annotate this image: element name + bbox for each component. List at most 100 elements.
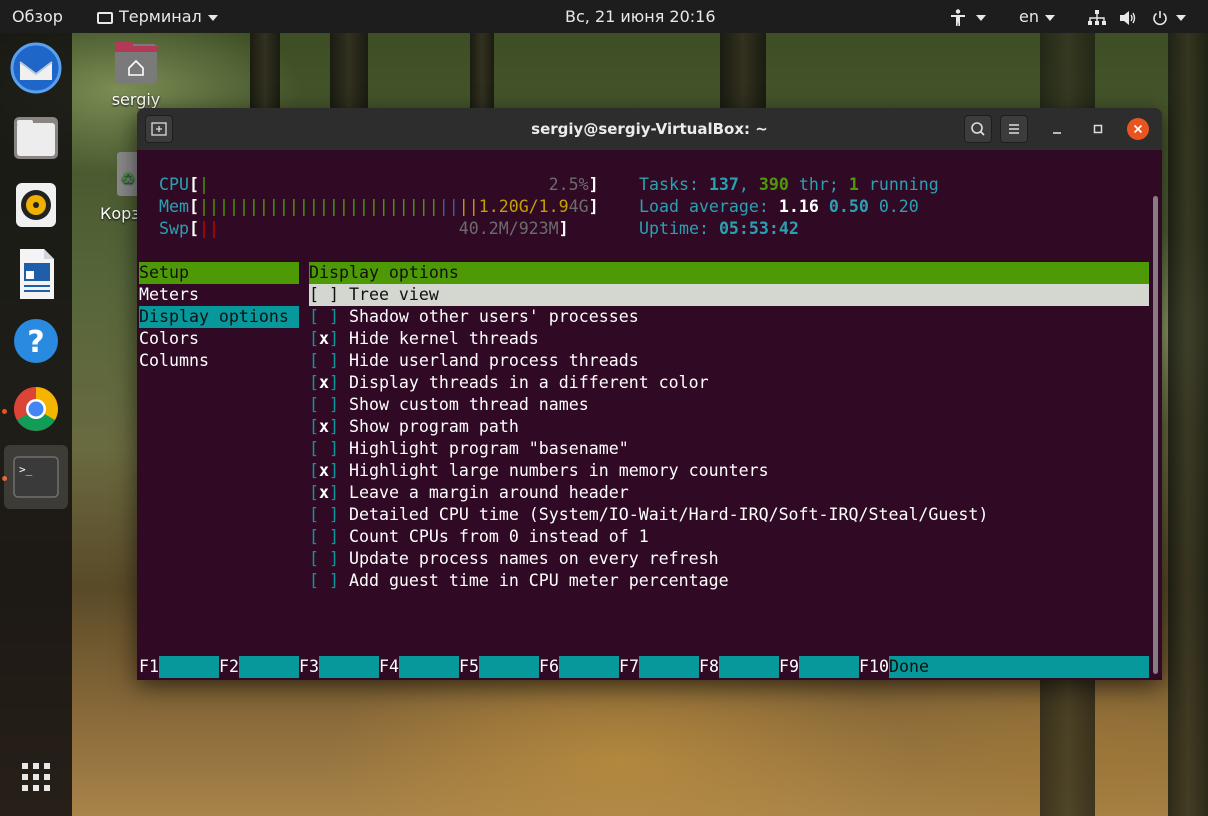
language-menu[interactable]: en	[1019, 0, 1055, 33]
setup-item-display-options[interactable]: Display options	[139, 306, 299, 328]
mem-meter: Mem[||||||||||||||||||||||||||||1.20G/1.…	[159, 197, 599, 216]
title-bar[interactable]: sergiy@sergiy-VirtualBox: ~	[137, 108, 1162, 150]
search-button[interactable]	[964, 115, 992, 143]
option-checkbox[interactable]: x	[319, 417, 329, 436]
fkey-f8[interactable]: F8	[699, 656, 719, 678]
mem-value-b: 4G	[568, 197, 589, 216]
fkey-f3[interactable]: F3	[299, 656, 319, 678]
fkey-label[interactable]	[799, 656, 859, 678]
uptime-value: 05:53:42	[718, 219, 799, 238]
fkey-f2[interactable]: F2	[219, 656, 239, 678]
fkey-f4[interactable]: F4	[379, 656, 399, 678]
panel-header: Display options	[309, 262, 1149, 284]
activities-button[interactable]: Обзор	[12, 0, 63, 33]
fkey-label[interactable]	[399, 656, 459, 678]
option-checkbox[interactable]: x	[319, 373, 329, 392]
option-checkbox[interactable]	[319, 505, 329, 524]
system-menu[interactable]	[1088, 0, 1187, 33]
dock-terminal[interactable]: >_	[4, 445, 68, 509]
desktop-home-icon[interactable]: sergiy	[108, 40, 164, 109]
option-checkbox[interactable]: x	[319, 329, 329, 348]
terminal-screen[interactable]: CPU[| 2.5%] Mem[||||||||||||||||||||||||…	[137, 150, 1162, 680]
help-icon: ?	[14, 319, 58, 363]
accessibility-menu[interactable]	[950, 0, 986, 33]
accessibility-icon	[951, 8, 965, 26]
option-label: Show program path	[348, 417, 519, 436]
network-icon	[1088, 9, 1106, 25]
close-icon	[1133, 124, 1143, 134]
swp-label: Swp	[159, 219, 189, 238]
option-checkbox[interactable]: x	[319, 483, 329, 502]
dock-libreoffice-writer[interactable]	[4, 241, 68, 305]
fkey-label[interactable]	[239, 656, 299, 678]
option-checkbox[interactable]	[319, 307, 329, 326]
option-label: Detailed CPU time (System/IO-Wait/Hard-I…	[348, 505, 989, 524]
fkey-f1[interactable]: F1	[139, 656, 159, 678]
swap-meter: Swp[|| 40.2M/923M]	[159, 219, 569, 238]
dock-files[interactable]	[4, 105, 68, 169]
terminal-app-icon	[97, 11, 113, 24]
option-row[interactable]: [ ] Tree view	[309, 284, 1149, 306]
option-row[interactable]: [ ] Detailed CPU time (System/IO-Wait/Ha…	[309, 504, 988, 526]
fkey-label[interactable]	[639, 656, 699, 678]
option-row[interactable]: [x] Highlight large numbers in memory co…	[309, 460, 769, 482]
option-row[interactable]: [x] Show program path	[309, 416, 519, 438]
option-checkbox[interactable]	[319, 527, 329, 546]
maximize-button[interactable]	[1087, 118, 1109, 140]
scrollbar[interactable]	[1153, 196, 1158, 674]
fkey-f9[interactable]: F9	[779, 656, 799, 678]
option-label: Highlight program "basename"	[348, 439, 629, 458]
tasks-separator: ,	[738, 175, 759, 194]
setup-item-colors[interactable]: Colors	[139, 328, 199, 350]
minimize-button[interactable]	[1046, 118, 1068, 140]
writer-icon	[20, 249, 54, 299]
option-checkbox[interactable]	[319, 285, 329, 304]
home-label: sergiy	[111, 90, 161, 109]
dock-rhythmbox[interactable]	[4, 173, 68, 237]
option-row[interactable]: [x] Hide kernel threads	[309, 328, 539, 350]
option-checkbox[interactable]	[319, 395, 329, 414]
fkey-label[interactable]: Done	[889, 656, 1149, 678]
fkey-label[interactable]	[559, 656, 619, 678]
dock-thunderbird[interactable]	[4, 36, 68, 100]
option-checkbox[interactable]	[319, 351, 329, 370]
setup-item-meters[interactable]: Meters	[139, 284, 199, 306]
option-checkbox[interactable]: x	[319, 461, 329, 480]
option-row[interactable]: [ ] Update process names on every refres…	[309, 548, 719, 570]
mem-label: Mem	[159, 197, 189, 216]
app-menu[interactable]: Терминал	[97, 0, 218, 33]
option-label: Hide userland process threads	[348, 351, 639, 370]
setup-item-columns[interactable]: Columns	[139, 350, 209, 372]
fkey-f10[interactable]: F10	[859, 656, 889, 678]
fkey-label[interactable]	[319, 656, 379, 678]
desktop-trash-icon[interactable]: ♻ Корз	[100, 152, 140, 223]
option-row[interactable]: [x] Display threads in a different color	[309, 372, 709, 394]
fkey-label[interactable]	[159, 656, 219, 678]
option-row[interactable]: [ ] Show custom thread names	[309, 394, 589, 416]
option-row[interactable]: [x] Leave a margin around header	[309, 482, 629, 504]
dock-chrome[interactable]	[4, 377, 68, 441]
fkey-f5[interactable]: F5	[459, 656, 479, 678]
fkey-f7[interactable]: F7	[619, 656, 639, 678]
dock-help[interactable]: ?	[4, 309, 68, 373]
clock[interactable]: Вс, 21 июня 20:16	[565, 0, 716, 33]
fkey-f6[interactable]: F6	[539, 656, 559, 678]
option-checkbox[interactable]	[319, 549, 329, 568]
option-row[interactable]: [ ] Highlight program "basename"	[309, 438, 629, 460]
cpu-meter: CPU[| 2.5%]	[159, 175, 599, 194]
option-row[interactable]: [ ] Hide userland process threads	[309, 350, 639, 372]
option-row[interactable]: [ ] Add guest time in CPU meter percenta…	[309, 570, 729, 592]
option-row[interactable]: [ ] Shadow other users' processes	[309, 306, 639, 328]
fkey-label[interactable]	[719, 656, 779, 678]
uptime-label: Uptime:	[639, 219, 719, 238]
menu-button[interactable]	[1000, 115, 1028, 143]
close-button[interactable]	[1127, 118, 1149, 140]
option-checkbox[interactable]	[319, 571, 329, 590]
fkey-label[interactable]	[479, 656, 539, 678]
option-checkbox[interactable]	[319, 439, 329, 458]
show-applications-button[interactable]	[4, 745, 68, 809]
chevron-down-icon	[1176, 14, 1187, 21]
load-label: Load average:	[639, 197, 779, 216]
power-icon	[1153, 10, 1167, 25]
option-row[interactable]: [ ] Count CPUs from 0 instead of 1	[309, 526, 649, 548]
